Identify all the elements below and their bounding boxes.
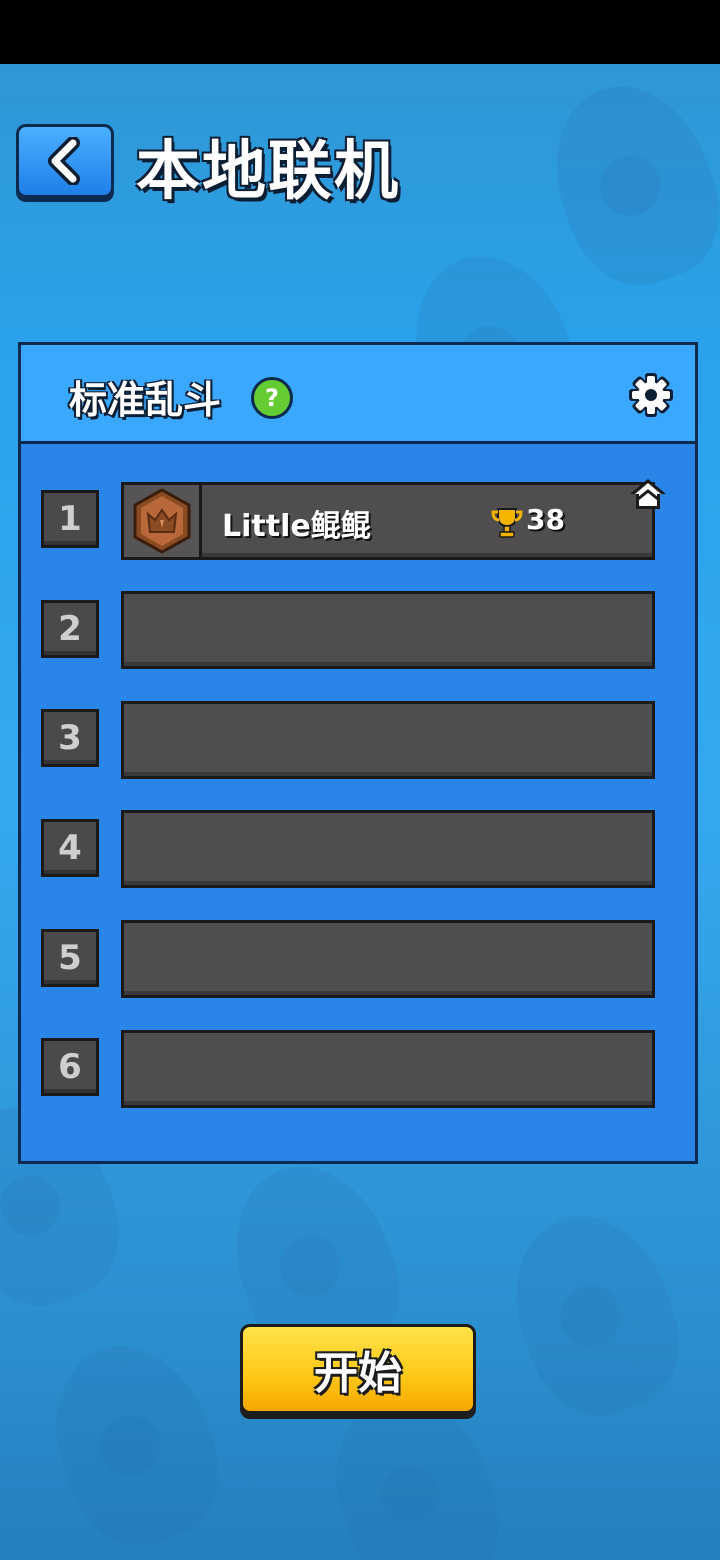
chevron-left-icon: [48, 137, 80, 185]
page-title: 本地联机: [136, 135, 400, 209]
background-ghost-pattern: [530, 64, 720, 304]
back-button[interactable]: [16, 124, 114, 198]
panel-header: 标准乱斗 ?: [21, 345, 695, 444]
slot-number: 6: [41, 1038, 99, 1096]
start-button[interactable]: 开始: [240, 1324, 476, 1414]
slot-number: 5: [41, 929, 99, 987]
background-ghost-pattern: [30, 1324, 240, 1560]
player-slot-1[interactable]: Little鲲鲲 38: [121, 479, 666, 560]
slot-number: 1: [41, 490, 99, 548]
player-slot-3[interactable]: [121, 701, 655, 779]
bronze-rank-badge-icon: [133, 488, 190, 554]
gear-icon: [629, 373, 673, 417]
player-slot-4[interactable]: [121, 810, 655, 888]
slot-number: 3: [41, 709, 99, 767]
background-ghost-pattern: [490, 1194, 700, 1434]
settings-button[interactable]: [629, 373, 673, 417]
player-slot-6[interactable]: [121, 1030, 655, 1108]
help-button[interactable]: ?: [251, 377, 293, 419]
player-slot-2[interactable]: [121, 591, 655, 669]
game-mode-title[interactable]: 标准乱斗: [69, 369, 221, 424]
player-name: Little鲲鲲: [222, 509, 371, 544]
player-slot-5[interactable]: [121, 920, 655, 998]
host-house-icon: [630, 479, 666, 509]
slot-number: 2: [41, 600, 99, 658]
lobby-panel: 标准乱斗 ? 1 Little鲲鲲 38 2 3 4 5 6: [18, 342, 698, 1164]
player-badge: [124, 485, 202, 557]
status-bar: [0, 0, 720, 64]
local-multiplayer-screen: 本地联机 标准乱斗 ? 1 Little鲲鲲 38 2 3 4 5 6 开始: [0, 0, 720, 1560]
start-button-label: 开始: [314, 1348, 402, 1399]
trophy-count: 38: [526, 503, 565, 536]
trophy-icon: [491, 508, 523, 538]
slot-number: 4: [41, 819, 99, 877]
question-mark-icon: ?: [265, 384, 279, 412]
